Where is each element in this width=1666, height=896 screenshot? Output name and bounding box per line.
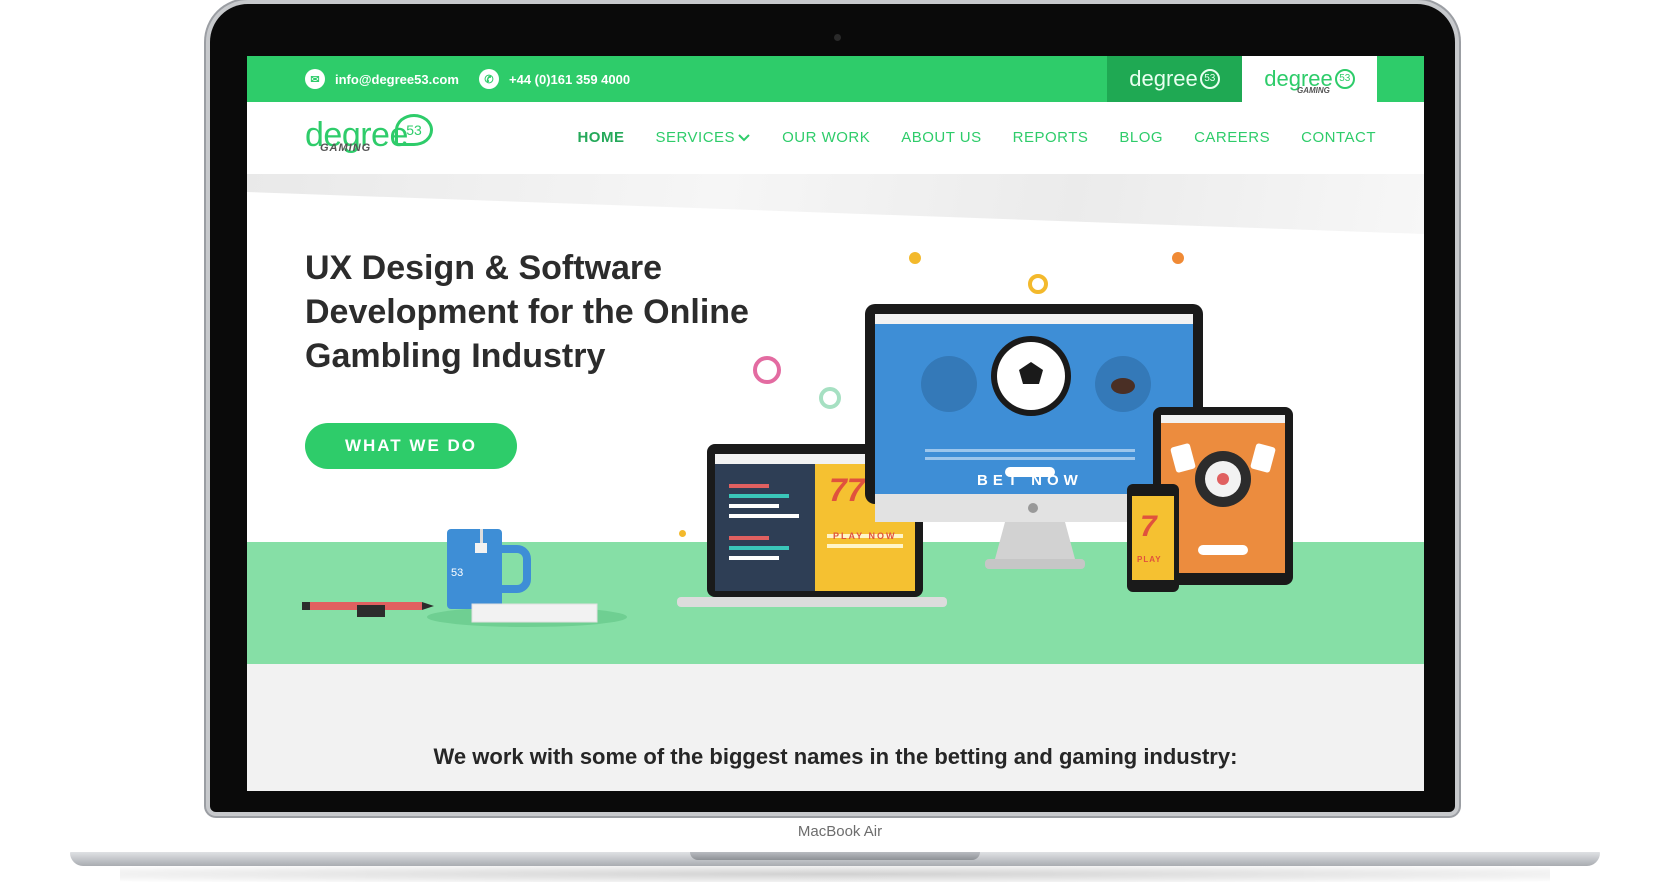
phone-illustration [1127, 484, 1179, 592]
device-label: MacBook Air [797, 823, 883, 840]
brand-tab-degree53[interactable]: degree 53 [1107, 56, 1242, 102]
top-bar: ✉ info@degree53.com ✆ +44 (0)161 359 400… [247, 56, 1424, 102]
ring-decoration [819, 387, 841, 409]
dot-decoration [1172, 252, 1184, 264]
phone-link[interactable]: ✆ +44 (0)161 359 4000 [479, 69, 630, 89]
partners-heading: We work with some of the biggest names i… [433, 744, 1238, 769]
phone-text: +44 (0)161 359 4000 [509, 71, 631, 87]
website-screen: ✉ info@degree53.com ✆ +44 (0)161 359 400… [247, 56, 1424, 791]
phone-play-text: PLAY [1137, 555, 1162, 564]
brand-tab-sub: GAMING [1297, 86, 1330, 95]
laptop-shadow [120, 866, 1550, 882]
email-link[interactable]: ✉ info@degree53.com [305, 69, 459, 89]
envelope-icon: ✉ [305, 69, 325, 89]
hero-band [247, 174, 1424, 234]
logo-sub: GAMING [320, 142, 372, 154]
logo-badge: 53 [395, 114, 433, 146]
partners-section: We work with some of the biggest names i… [247, 664, 1424, 791]
brand-tab-badge: 53 [1334, 69, 1355, 89]
nav-item-careers[interactable]: CAREERS [1194, 129, 1270, 146]
main-nav: degree 53 GAMING HOME SERVICES OUR WORK … [247, 102, 1424, 174]
what-we-do-button[interactable]: WHAT WE DO [305, 423, 517, 469]
camera-icon [834, 34, 841, 41]
nav-item-contact[interactable]: CONTACT [1301, 129, 1376, 146]
phone-icon: ✆ [479, 69, 499, 89]
chevron-down-icon [738, 133, 750, 141]
brand-tab-degree53-gaming[interactable]: degree 53 GAMING [1242, 56, 1377, 102]
ring-decoration [753, 356, 781, 384]
nav-item-label: SERVICES [655, 129, 736, 146]
phone-slot-text: 7 [1140, 510, 1157, 543]
ring-decoration [1028, 274, 1048, 294]
email-text: info@degree53.com [335, 71, 459, 87]
dot-decoration [909, 252, 921, 264]
desk-items-illustration [302, 529, 627, 627]
nav-item-our-work[interactable]: OUR WORK [782, 129, 870, 146]
nav-item-services[interactable]: SERVICES [655, 129, 751, 146]
monitor-bet-text: BET NOW [977, 472, 1083, 489]
nav-item-home[interactable]: HOME [577, 129, 624, 146]
brand-tab-badge: 53 [1199, 69, 1220, 89]
hero-title: UX Design & Software Development for the… [305, 249, 749, 375]
hero-section: UX Design & Software Development for the… [247, 174, 1424, 664]
brand-tab-name: degree [1129, 66, 1198, 91]
nav-item-blog[interactable]: BLOG [1119, 129, 1163, 146]
nav-menu: HOME SERVICES OUR WORK ABOUT US REPORTS … [577, 129, 1376, 146]
mug-badge: 53 [451, 567, 464, 579]
laptop-notch [690, 852, 980, 860]
nav-item-about-us[interactable]: ABOUT US [901, 129, 981, 146]
nav-item-reports[interactable]: REPORTS [1013, 129, 1089, 146]
